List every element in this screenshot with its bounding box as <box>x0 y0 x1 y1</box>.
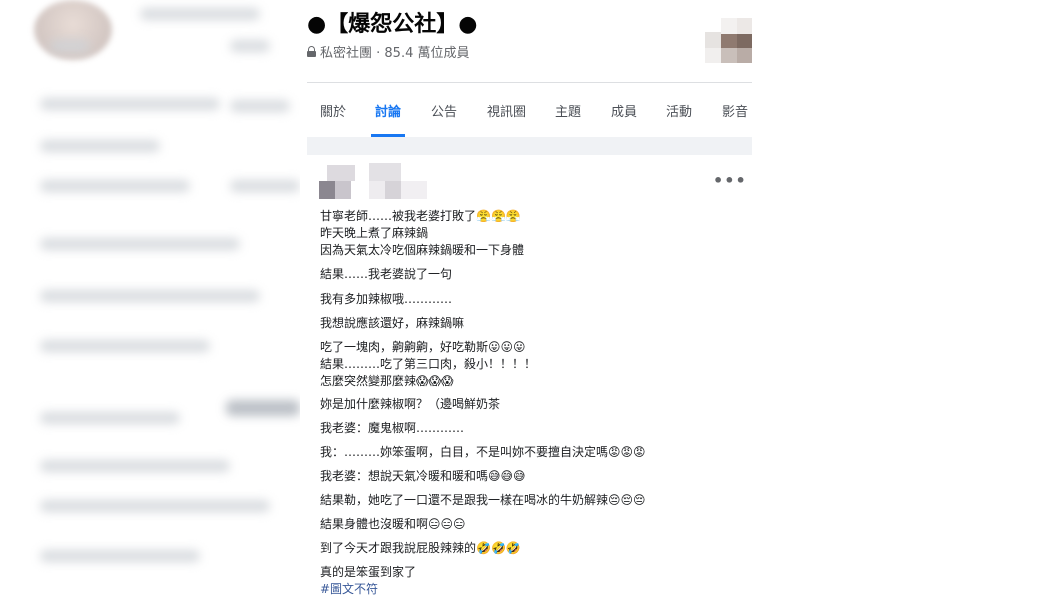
lock-icon <box>307 46 316 57</box>
tab-announcements[interactable]: 公告 <box>431 101 457 120</box>
post-line: 結果身體也沒暖和啊😑😑😑 <box>320 517 466 531</box>
tab-about[interactable]: 關於 <box>320 101 346 120</box>
post-line: 結果………吃了第三口肉，殺小！！！！ <box>320 357 537 371</box>
post-line: 因為天氣太冷吃個麻辣鍋暖和一下身體 <box>320 243 525 257</box>
post-line: 怎麼突然變那麼辣😱😱😱 <box>320 374 454 388</box>
blurred-text <box>40 290 260 302</box>
group-title[interactable]: ●【爆怨公社】● <box>307 6 477 38</box>
blurred-text <box>40 238 240 250</box>
post-line: 昨天晚上煮了麻辣鍋 <box>320 226 429 240</box>
blurred-text <box>50 40 90 52</box>
post-line: 我有多加辣椒哦………… <box>320 292 453 306</box>
tab-events[interactable]: 活動 <box>666 101 692 120</box>
right-background <box>752 0 1060 596</box>
blurred-text <box>140 8 260 20</box>
post-line: 真的是笨蛋到家了 <box>320 565 417 579</box>
post-line: 吃了一塊肉，齁齁齁，好吃勒斯😛😛😛 <box>320 340 526 354</box>
post-line: 結果……我老婆說了一句 <box>320 267 453 281</box>
tab-media[interactable]: 影音 <box>722 101 748 120</box>
blurred-text <box>40 180 190 192</box>
blurred-text <box>40 460 230 472</box>
blurred-text <box>40 140 160 152</box>
post-line: 我：………妳笨蛋啊，白目，不是叫妳不要擅自決定嗎😡😡😡 <box>320 445 646 459</box>
more-options-icon[interactable]: ••• <box>713 171 747 190</box>
group-privacy-members: 私密社團 · 85.4 萬位成員 <box>320 46 470 61</box>
blurred-text <box>40 340 210 352</box>
pixelated-author-avatar[interactable] <box>319 163 429 207</box>
blurred-text <box>40 500 270 512</box>
blurred-text <box>226 400 300 416</box>
blurred-text <box>40 412 180 424</box>
group-tabs: 關於 討論 公告 視訊圈 主題 成員 活動 影音 <box>307 83 752 137</box>
blurred-text <box>40 550 200 562</box>
hashtag-link[interactable]: #圖文不符 <box>320 581 378 596</box>
blurred-text <box>230 40 270 52</box>
tab-discussion[interactable]: 討論 <box>375 101 401 120</box>
tab-video-rooms[interactable]: 視訊圈 <box>487 101 526 120</box>
pixelated-profile-thumbnail[interactable] <box>705 18 752 63</box>
post-line: 妳是加什麼辣椒啊？（邊喝鮮奶茶 <box>320 397 501 411</box>
blurred-text <box>230 180 300 192</box>
post-line: 甘寧老師……被我老婆打敗了😤😤😤 <box>320 209 521 223</box>
group-panel: ●【爆怨公社】● 私密社團 · 85.4 萬位成員 關於 討論 公告 視訊圈 主… <box>307 0 752 596</box>
post-line: 我想說應該還好，麻辣鍋嘛 <box>320 316 465 330</box>
group-subtitle: 私密社團 · 85.4 萬位成員 <box>307 42 469 61</box>
feed-separator <box>307 137 752 155</box>
post-line: 我老婆：魔鬼椒啊………… <box>320 421 465 435</box>
post-line: 到了今天才跟我說屁股辣辣的🤣🤣🤣 <box>320 541 521 555</box>
post-line: 結果勒，她吃了一口還不是跟我一樣在喝冰的牛奶解辣😔😔😔 <box>320 493 646 507</box>
blurred-background <box>0 0 300 596</box>
tab-members[interactable]: 成員 <box>611 101 637 120</box>
feed-post: ••• 甘寧老師……被我老婆打敗了😤😤😤 昨天晚上煮了麻辣鍋 因為天氣太冷吃個麻… <box>307 155 752 596</box>
post-line: 我老婆：想說天氣冷暖和暖和嗎😅😅😅 <box>320 469 526 483</box>
tab-topics[interactable]: 主題 <box>555 101 581 120</box>
blurred-text <box>40 98 220 110</box>
blurred-text <box>230 100 290 112</box>
